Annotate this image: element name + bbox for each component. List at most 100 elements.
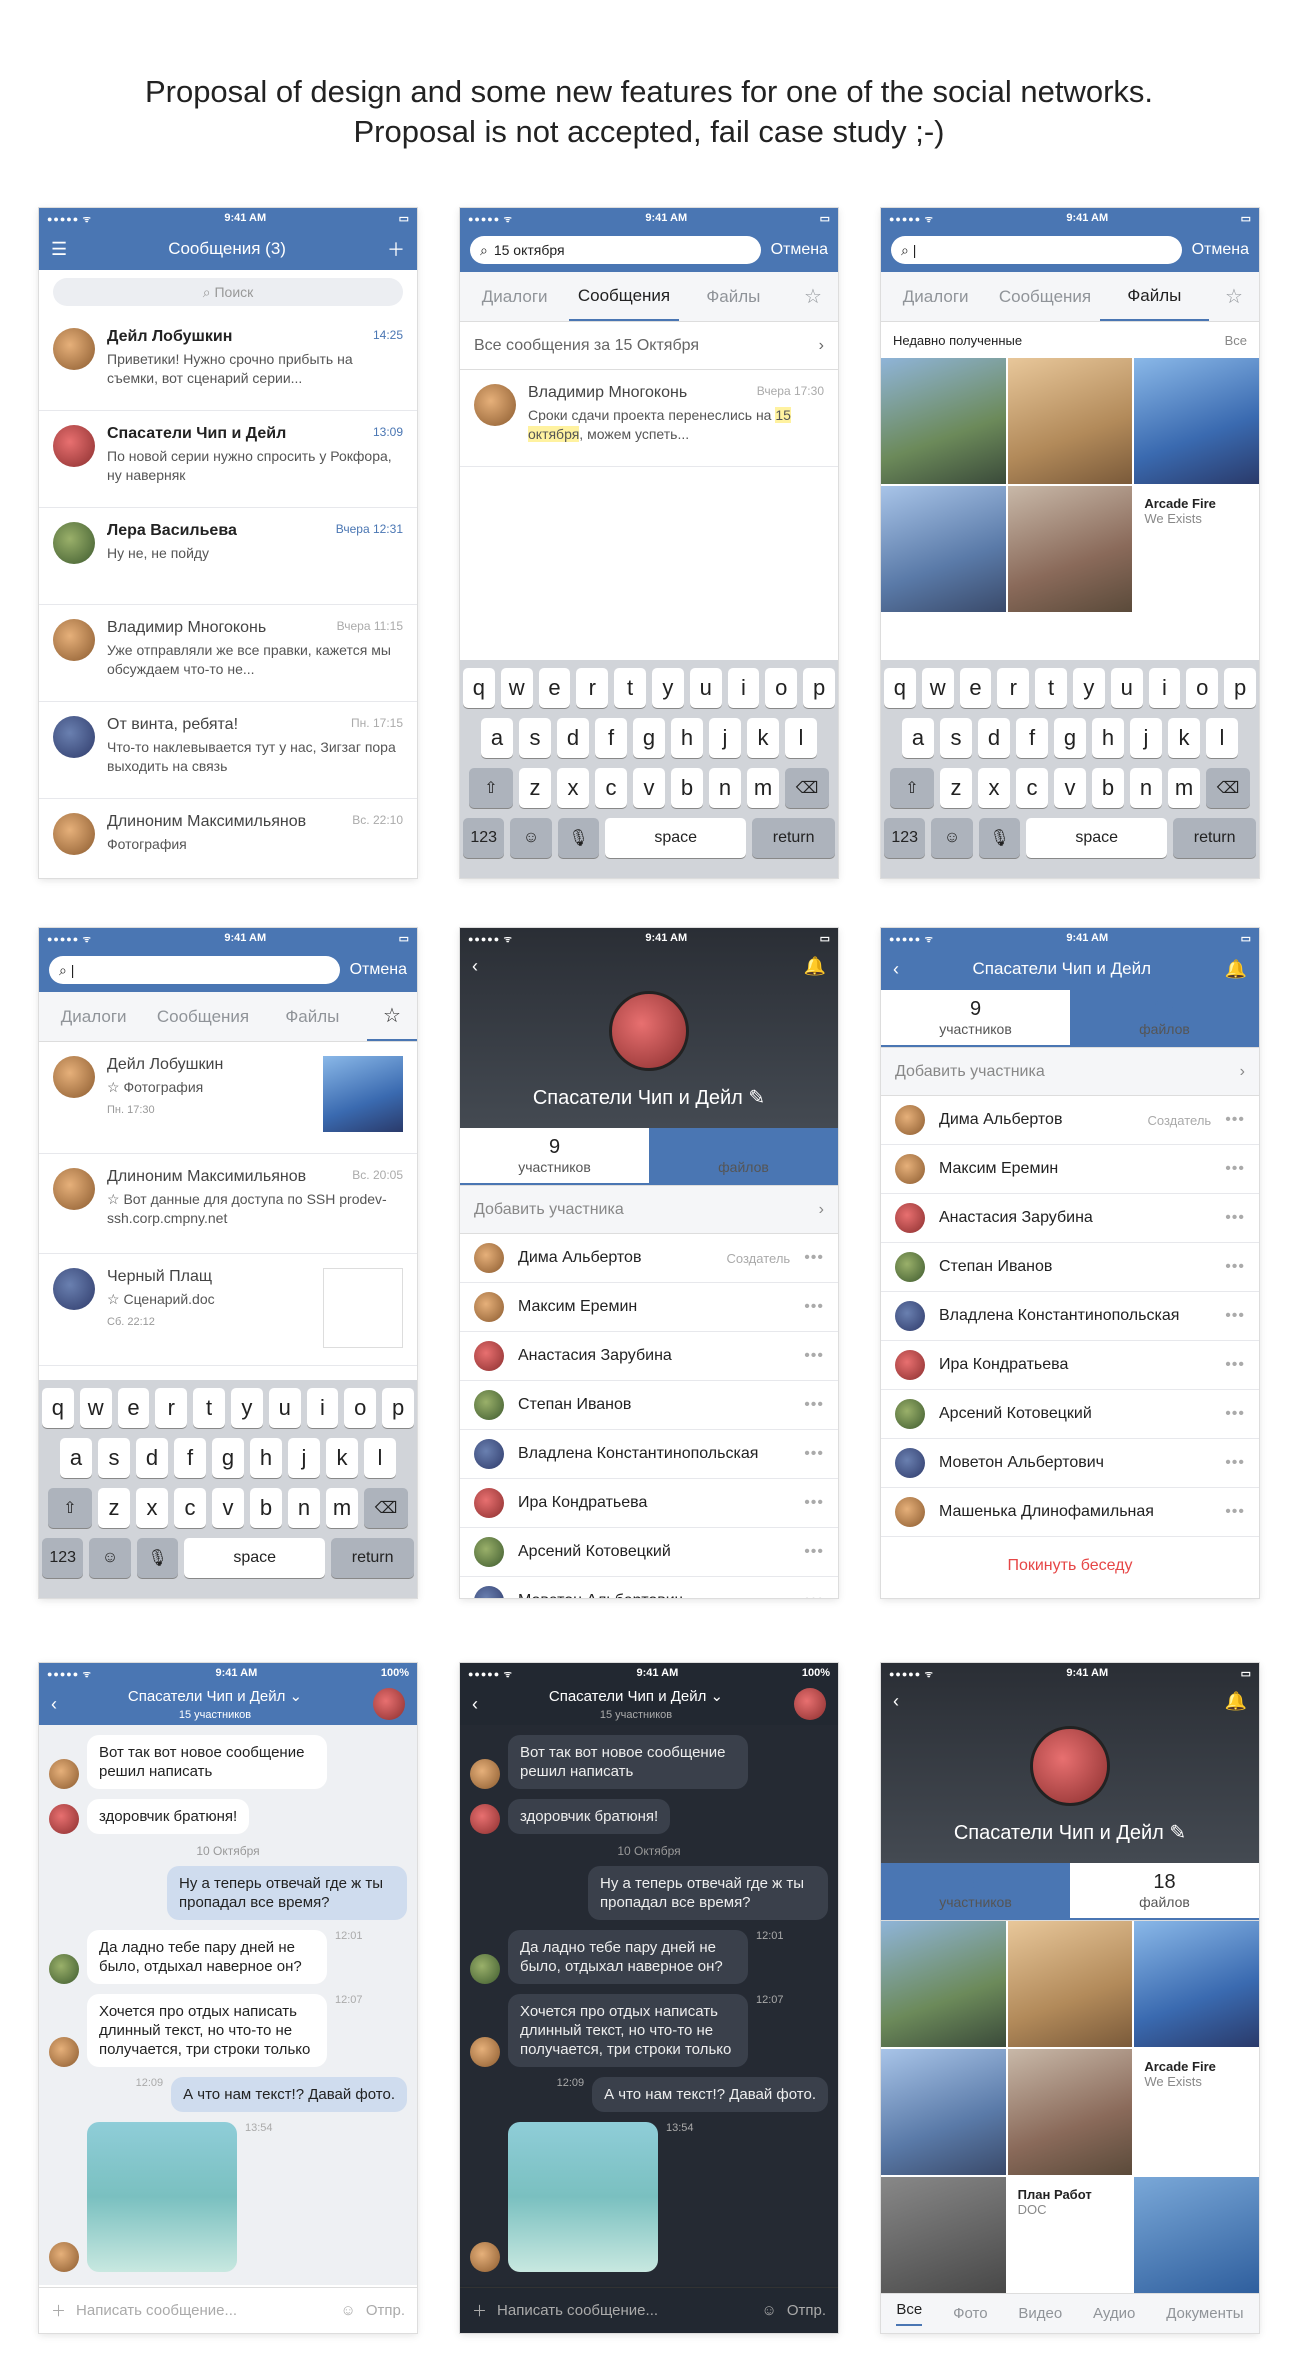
star-icon[interactable]: ☆ xyxy=(366,992,417,1041)
all-messages-row[interactable]: Все сообщения за 15 Октября › xyxy=(460,322,838,370)
member-row[interactable]: Владлена Константинопольская ••• xyxy=(460,1430,838,1479)
list-item[interactable]: Длиноним Максимильянов Вс. 20:05 ☆ Вот дан… xyxy=(39,1154,417,1254)
bell-icon[interactable]: 🔔 xyxy=(1225,1691,1247,1712)
tab-files[interactable]: Файлы xyxy=(258,992,367,1041)
compose-icon[interactable]: ＋ xyxy=(387,236,405,262)
list-item[interactable]: Дейл Лобушкин 14:25 Приветики! Нужно срочн… xyxy=(39,314,417,411)
tab-dialogs[interactable]: Диалоги xyxy=(881,272,990,321)
doc-thumb[interactable]: План Работ DOC xyxy=(1007,2177,1133,2303)
member-row[interactable]: Дима Альбертов Создатель ••• xyxy=(460,1234,838,1283)
send-button[interactable]: Отпр. xyxy=(366,2302,405,2319)
tab-docs[interactable]: Документы xyxy=(1166,2305,1243,2322)
member-row[interactable]: Моветон Альбертович••• xyxy=(460,1577,838,1598)
menu-icon[interactable]: ☰ xyxy=(51,239,67,260)
tab-members[interactable]: 9 участников xyxy=(881,1863,1070,1920)
search-input[interactable]: ⌕ 15 октября xyxy=(470,236,761,264)
member-row[interactable]: Степан Иванов ••• xyxy=(881,1243,1259,1292)
list-item[interactable]: Владимир Многоконь Вчера 11:15 Уже отправл… xyxy=(39,605,417,702)
member-row[interactable]: Максим Еремин ••• xyxy=(460,1283,838,1332)
back-icon[interactable]: ‹ xyxy=(51,1694,57,1715)
photo-thumb[interactable] xyxy=(881,486,1006,612)
message-input[interactable]: Написать сообщение... xyxy=(76,2302,330,2319)
list-item[interactable]: Длиноним Максимильянов Вс. 22:10 Фотографи… xyxy=(39,799,417,878)
list-item[interactable]: Спасатели Чип и Дейл 13:09 По новой серии … xyxy=(39,411,417,508)
photo-thumb[interactable] xyxy=(1134,358,1259,484)
screen-chat-dark: ●●●●● ᯤ 9:41 AM 100% ‹ Спасатели Чип и Дейл… xyxy=(460,1663,838,2333)
photo-thumb[interactable] xyxy=(1007,1921,1133,2047)
member-row[interactable]: Ира Кондратьева ••• xyxy=(881,1341,1259,1390)
tab-files[interactable]: Файлы xyxy=(1099,272,1209,321)
photo-thumb[interactable] xyxy=(881,358,1006,484)
tab-dialogs[interactable]: Диалоги xyxy=(460,272,569,321)
tab-all[interactable]: Все xyxy=(896,2301,923,2326)
header-line-2: Proposal is not accepted, fail case stud… xyxy=(353,114,945,149)
back-icon[interactable]: ‹ xyxy=(893,1691,899,1712)
member-row[interactable]: Машенька Длинофамильная ••• xyxy=(881,1488,1259,1537)
tab-audio[interactable]: Аудио xyxy=(1093,2305,1135,2322)
add-member-row[interactable]: Добавить участника › xyxy=(881,1048,1259,1096)
member-row[interactable]: Арсений Котовецкий ••• xyxy=(460,1528,838,1577)
screen-favorites: ●●●●● ᯤ 9:41 AM ▭ ⌕ | Отмена Диалоги Сообщен… xyxy=(39,928,417,1598)
member-row[interactable]: Анастасия Зарубина ••• xyxy=(881,1194,1259,1243)
member-row[interactable]: Анастасия Зарубина ••• xyxy=(460,1332,838,1381)
list-item[interactable]: От винта, ребята! Пн. 17:15 Что-то наклевы… xyxy=(39,702,417,799)
photo-thumb[interactable] xyxy=(1007,358,1133,484)
tab-files[interactable]: 18 файлов xyxy=(1070,1863,1259,1920)
cancel-button[interactable]: Отмена xyxy=(1192,241,1249,259)
tab-members[interactable]: 9 участников xyxy=(460,1128,649,1185)
avatar xyxy=(53,813,95,855)
screen-chat-light: ●●●●● ᯤ 9:41 AM 100% ‹ Спасатели Чип и Дейл… xyxy=(39,1663,417,2333)
tab-video[interactable]: Видео xyxy=(1018,2305,1062,2322)
tab-files[interactable]: 18 файлов xyxy=(649,1128,838,1185)
photo-thumb[interactable] xyxy=(881,1921,1006,2047)
photo-thumb[interactable] xyxy=(1007,486,1133,612)
leave-button[interactable]: Покинуть беседу xyxy=(881,1537,1259,1575)
photo-thumb[interactable] xyxy=(881,2177,1006,2303)
tab-files[interactable]: 18 файлов xyxy=(1070,990,1259,1047)
tab-messages[interactable]: Сообщения xyxy=(569,272,679,321)
star-icon[interactable]: ☆ xyxy=(1209,272,1259,321)
member-row[interactable]: Моветон Альбертович••• xyxy=(881,1439,1259,1488)
member-row[interactable]: Степан Иванов ••• xyxy=(460,1381,838,1430)
list-item[interactable]: Дейл Лобушкин ☆ Фотография Пн. 17:30 xyxy=(39,1042,417,1154)
bell-icon[interactable]: 🔔 xyxy=(804,956,826,977)
photo-thumb[interactable] xyxy=(1134,1921,1259,2047)
audio-thumb[interactable]: Arcade Fire We Exists xyxy=(1134,486,1259,612)
photo-thumb[interactable] xyxy=(881,2049,1006,2175)
list-item[interactable]: Лера Васильева Вчера 12:31 Ну не, не пойду xyxy=(39,508,417,605)
member-row[interactable]: Дима Альбертов Создатель ••• xyxy=(881,1096,1259,1145)
member-row[interactable]: Арсений Котовецкий ••• xyxy=(881,1390,1259,1439)
tab-dialogs[interactable]: Диалоги xyxy=(39,992,148,1041)
search-input[interactable]: ⌕ | xyxy=(49,956,340,984)
back-icon[interactable]: ‹ xyxy=(893,959,899,980)
tab-messages[interactable]: Сообщения xyxy=(990,272,1099,321)
send-button[interactable]: Отпр. xyxy=(787,2302,826,2319)
cancel-button[interactable]: Отмена xyxy=(771,241,828,259)
search-input[interactable]: ⌕ | xyxy=(891,236,1182,264)
back-icon[interactable]: ‹ xyxy=(472,1694,478,1715)
avatar xyxy=(53,425,95,467)
avatar xyxy=(53,716,95,758)
tab-messages[interactable]: Сообщения xyxy=(148,992,257,1041)
all-link[interactable]: Все xyxy=(1225,333,1247,348)
avatar xyxy=(53,522,95,564)
tab-members[interactable]: 9 участников xyxy=(881,990,1070,1047)
tab-photo[interactable]: Фото xyxy=(953,2305,987,2322)
search-input[interactable]: ⌕ Поиск xyxy=(53,278,403,306)
tab-files[interactable]: Файлы xyxy=(679,272,788,321)
photo-thumb[interactable] xyxy=(1134,2177,1259,2303)
back-icon[interactable]: ‹ xyxy=(472,956,478,977)
list-item[interactable]: Владимир Многоконь Вчера 17:30 Сроки сдачи… xyxy=(460,370,838,467)
member-row[interactable]: Максим Еремин ••• xyxy=(881,1145,1259,1194)
bell-icon[interactable]: 🔔 xyxy=(1225,959,1247,980)
member-row[interactable]: Ира Кондратьева ••• xyxy=(460,1479,838,1528)
member-row[interactable]: Владлена Константинопольская ••• xyxy=(881,1292,1259,1341)
list-item[interactable]: Черный Плащ ☆ Сценарий.doc Сб. 22:12 xyxy=(39,1254,417,1366)
screen-messages-list: ●●●●● ᯤ 9:41 AM ▭ ☰ Сообщения (3) ＋ ⌕ Поиск … xyxy=(39,208,417,878)
add-member-row[interactable]: Добавить участника › xyxy=(460,1186,838,1234)
star-icon[interactable]: ☆ xyxy=(788,272,838,321)
photo-thumb[interactable] xyxy=(1007,2049,1133,2175)
cancel-button[interactable]: Отмена xyxy=(350,961,407,979)
message-input[interactable]: Написать сообщение... xyxy=(497,2302,751,2319)
audio-thumb[interactable]: Arcade Fire We Exists xyxy=(1134,2049,1259,2175)
